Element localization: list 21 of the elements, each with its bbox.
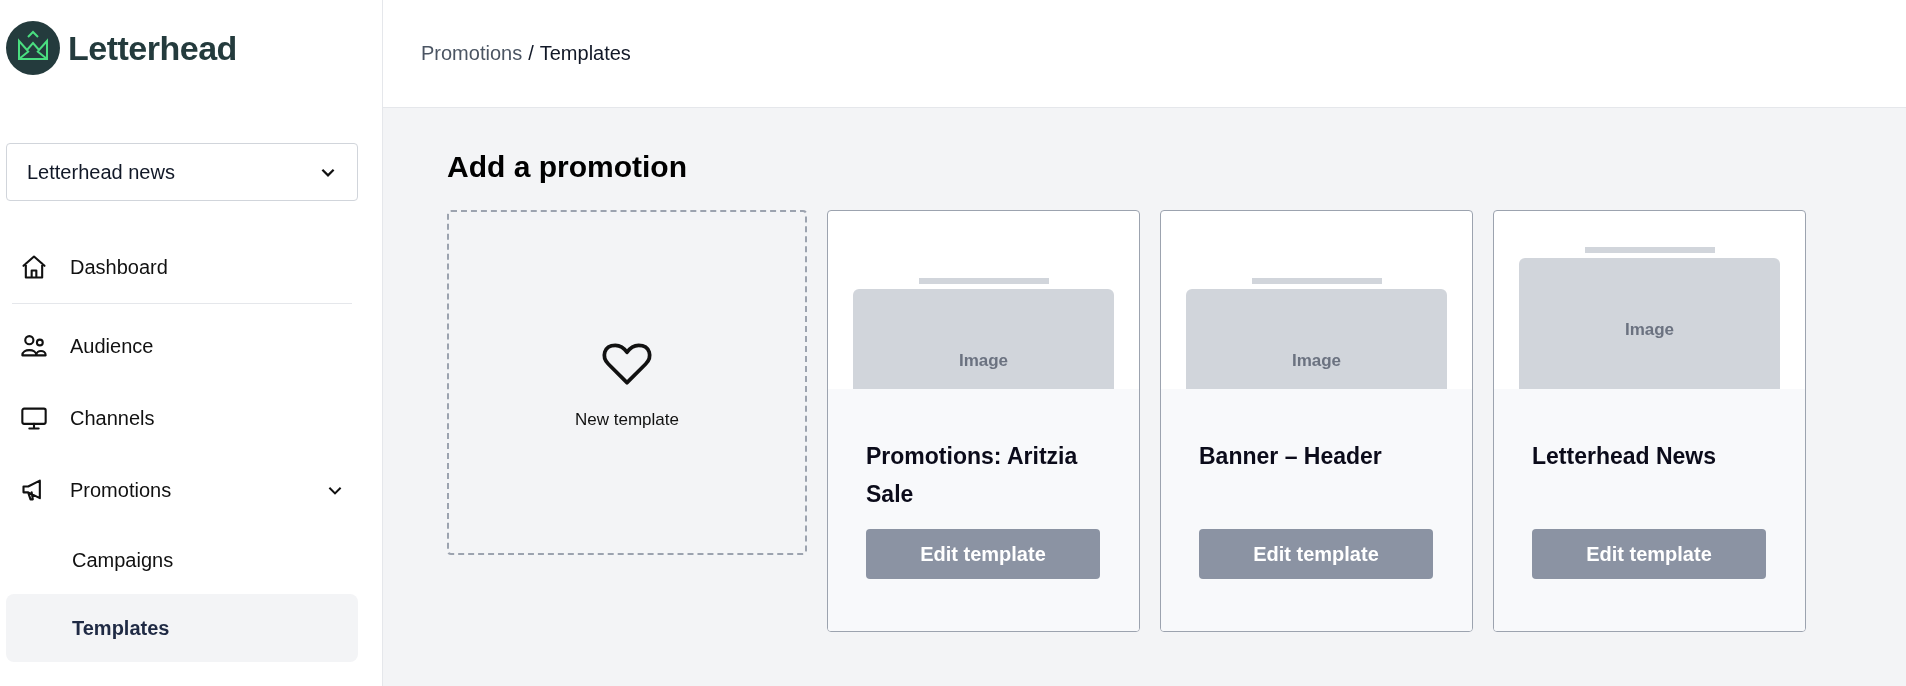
breadcrumb-current: / <box>528 42 534 65</box>
home-icon <box>20 253 48 281</box>
breadcrumb-link[interactable]: Promotions <box>421 42 523 65</box>
new-template-card[interactable]: New template <box>447 210 807 555</box>
breadcrumb-current: Templates <box>539 42 631 65</box>
template-title: Letterhead News <box>1532 442 1718 471</box>
nav-subitem[interactable]: Templates <box>6 594 358 662</box>
image-label: Image <box>1291 351 1342 371</box>
workspace-select[interactable]: Letterhead news <box>6 143 358 201</box>
template-title: Promotions: Aritzia Sale <box>866 442 1079 509</box>
template-title: Banner – Header <box>1199 442 1383 471</box>
nav-item[interactable]: Channels <box>6 382 358 454</box>
nav-item[interactable]: Audience <box>6 310 358 382</box>
brand-name: Letterhead <box>68 28 237 68</box>
logo-icon <box>6 21 60 75</box>
page-heading: Add a promotion <box>447 150 688 184</box>
nav-item[interactable]: Dashboard <box>6 231 358 303</box>
nav-item[interactable]: Promotions <box>6 454 358 526</box>
image-label: Image <box>1624 320 1675 340</box>
nav-subitem[interactable]: Campaigns <box>6 526 358 594</box>
image-label: Image <box>958 351 1009 371</box>
